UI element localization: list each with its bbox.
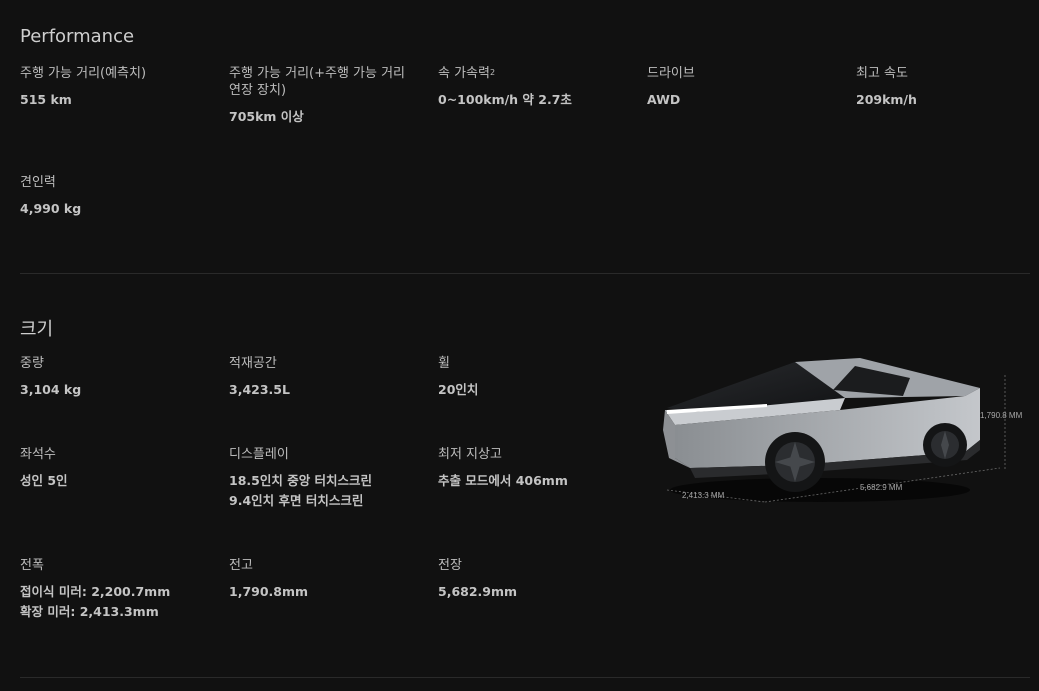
spec-towing: 견인력 4,990 kg <box>20 174 210 219</box>
spec-length: 전장 5,682.9mm <box>438 557 628 602</box>
spec-height: 전고 1,790.8mm <box>229 557 419 602</box>
cybertruck-dimension-image: 1,790.8 MM 2,413.3 MM 5,682.9 MM <box>663 358 1023 503</box>
spec-value: 추출 모드에서 406mm <box>438 473 568 488</box>
dimensions-title: 크기 <box>20 319 54 340</box>
spec-label: 최고 속도 <box>856 66 908 81</box>
spec-display: 디스플레이 18.5인치 중앙 터치스크린 9.4인치 후면 터치스크린 <box>229 446 429 511</box>
height-dimension-label: 1,790.8 MM <box>980 411 1023 420</box>
truck-wheel-front <box>765 432 825 492</box>
spec-label: 속 가속력2 <box>438 66 496 81</box>
spec-label: 최저 지상고 <box>438 447 502 462</box>
spec-top-speed: 최고 속도 209km/h <box>856 65 1026 110</box>
spec-drive: 드라이브 AWD <box>647 65 837 110</box>
spec-label: 디스플레이 <box>229 447 289 462</box>
spec-value: 3,104 kg <box>20 382 82 397</box>
spec-extended-range: 주행 가능 거리(+주행 가능 거리 연장 장치) 705km 이상 <box>229 65 414 127</box>
spec-label: 휠 <box>438 356 450 371</box>
spec-width: 전폭 접이식 미러: 2,200.7mm 확장 미러: 2,413.3mm <box>20 557 210 622</box>
spec-weight: 중량 3,104 kg <box>20 355 210 400</box>
spec-seating: 좌석수 성인 5인 <box>20 446 210 491</box>
spec-label: 견인력 <box>20 175 56 190</box>
spec-label: 주행 가능 거리(예측치) <box>20 66 147 81</box>
spec-value: 18.5인치 중앙 터치스크린 9.4인치 후면 터치스크린 <box>229 473 373 508</box>
spec-value: 접이식 미러: 2,200.7mm 확장 미러: 2,413.3mm <box>20 584 171 619</box>
section-divider <box>20 677 1030 678</box>
spec-value: 성인 5인 <box>20 473 68 488</box>
spec-ground-clearance: 최저 지상고 추출 모드에서 406mm <box>438 446 638 491</box>
width-dimension-label: 2,413.3 MM <box>682 491 725 500</box>
section-divider <box>20 273 1030 274</box>
spec-value: 20인치 <box>438 382 479 397</box>
spec-label: 전폭 <box>20 558 44 573</box>
spec-value: AWD <box>647 92 681 107</box>
spec-label: 전고 <box>229 558 253 573</box>
spec-value: 209km/h <box>856 92 917 107</box>
spec-label: 주행 가능 거리(+주행 가능 거리 연장 장치) <box>229 66 406 98</box>
truck-wheel-rear <box>923 423 967 467</box>
spec-cargo: 적재공간 3,423.5L <box>229 355 419 400</box>
spec-value: 0~100km/h 약 2.7초 <box>438 92 572 107</box>
length-dimension-label: 5,682.9 MM <box>860 483 903 492</box>
performance-title: Performance <box>20 26 135 47</box>
spec-label: 드라이브 <box>647 66 695 81</box>
spec-acceleration: 속 가속력2 0~100km/h 약 2.7초 <box>438 65 628 110</box>
spec-value: 1,790.8mm <box>229 584 309 599</box>
spec-range: 주행 가능 거리(예측치) 515 km <box>20 65 210 110</box>
spec-label: 적재공간 <box>229 356 277 371</box>
spec-value: 4,990 kg <box>20 201 82 216</box>
spec-value: 5,682.9mm <box>438 584 518 599</box>
spec-value: 3,423.5L <box>229 382 290 397</box>
spec-wheels: 휠 20인치 <box>438 355 628 400</box>
spec-value: 705km 이상 <box>229 109 304 124</box>
spec-label: 전장 <box>438 558 462 573</box>
footnote-marker[interactable]: 2 <box>490 68 495 77</box>
spec-label: 좌석수 <box>20 447 56 462</box>
spec-label: 중량 <box>20 356 44 371</box>
spec-value: 515 km <box>20 92 72 107</box>
